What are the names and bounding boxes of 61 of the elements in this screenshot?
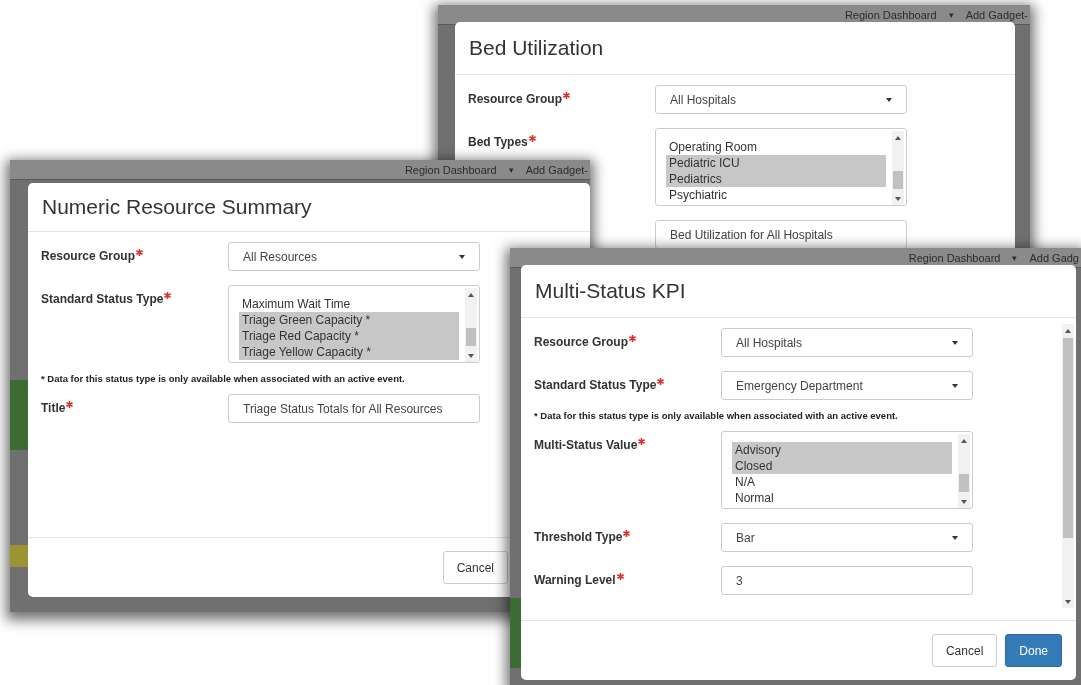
help-note: * Data for this status type is only available when associated with an active event. — [534, 410, 899, 421]
dialog-title: Numeric Resource Summary — [42, 195, 312, 219]
caret-icon — [952, 535, 958, 540]
caret-icon[interactable]: ▾ — [1012, 252, 1018, 263]
caret-icon — [459, 254, 465, 259]
list-option[interactable]: Operating Room — [666, 139, 886, 155]
list-option[interactable]: Psychiatric — [666, 187, 886, 203]
status-bar — [10, 380, 28, 450]
text-field[interactable]: Bed Utilization for All Hospitals — [655, 220, 907, 249]
list-option[interactable]: Advisory — [732, 442, 952, 458]
dropdown-select[interactable]: Emergency Department — [721, 371, 973, 400]
region-dashboard-menu[interactable]: Region Dashboard — [908, 251, 1001, 264]
scrollbar[interactable] — [892, 131, 904, 205]
field-label: Title — [41, 401, 66, 415]
caret-icon — [886, 97, 892, 102]
list-option[interactable]: Triage Yellow Capacity * — [239, 344, 459, 360]
scrollbar[interactable] — [1062, 324, 1074, 608]
field-label: Resource Group — [468, 92, 563, 106]
list-option[interactable]: N/A — [732, 474, 952, 490]
text-field[interactable]: 3 — [721, 566, 973, 595]
caret-icon — [952, 340, 958, 345]
region-dashboard-menu[interactable]: Region Dashboard — [404, 163, 497, 176]
add-gadget-button[interactable]: Add Gadget- — [965, 8, 1028, 21]
field-label: Resource Group — [41, 249, 136, 263]
multi-select-list[interactable]: Maximum Wait Time Triage Green Capacity * Triage Red Capacity * Triage Yellow Capacity * — [228, 285, 480, 363]
done-button[interactable]: Done — [1005, 634, 1062, 667]
list-option[interactable]: Pediatrics — [666, 171, 886, 187]
caret-icon[interactable]: ▾ — [948, 9, 954, 20]
list-option[interactable]: Closed — [732, 458, 952, 474]
field-label: Threshold Type — [534, 530, 623, 544]
caret-icon[interactable]: ▾ — [508, 164, 514, 175]
dropdown-select[interactable]: All Resources — [228, 242, 480, 271]
field-label: Standard Status Type — [534, 378, 657, 392]
status-bar — [10, 545, 28, 567]
cancel-button[interactable]: Cancel — [931, 634, 998, 667]
scrollbar[interactable] — [465, 288, 477, 362]
field-label: Warning Level — [534, 573, 616, 587]
dropdown-select[interactable]: Bar — [721, 523, 973, 552]
list-option[interactable]: Normal — [732, 490, 952, 506]
caret-icon — [952, 383, 958, 388]
field-label: Bed Types — [468, 135, 528, 149]
text-field[interactable]: Triage Status Totals for All Resources — [228, 394, 480, 423]
list-option[interactable]: Maximum Wait Time — [239, 296, 459, 312]
add-gadget-button[interactable]: Add Gadget- — [525, 163, 588, 176]
field-label: Standard Status Type — [41, 292, 164, 306]
add-gadget-button[interactable]: Add Gadg — [1029, 251, 1079, 264]
multi-select-list[interactable]: Operating Room Pediatric ICU Pediatrics Psychiatric — [655, 128, 907, 206]
scrollbar[interactable] — [958, 434, 970, 508]
region-dashboard-menu[interactable]: Region Dashboard — [844, 8, 937, 21]
help-note: * Data for this status type is only available when associated with an active event. — [41, 373, 406, 384]
field-label: Multi-Status Value — [534, 438, 638, 452]
multi-select-list[interactable]: Advisory Closed N/A Normal — [721, 431, 973, 509]
list-option[interactable]: Triage Red Capacity * — [239, 328, 459, 344]
list-option[interactable]: Pediatric ICU — [666, 155, 886, 171]
dropdown-select[interactable]: All Hospitals — [655, 85, 907, 114]
field-label: Resource Group — [534, 335, 629, 349]
list-option[interactable]: Triage Green Capacity * — [239, 312, 459, 328]
cancel-button[interactable]: Cancel — [442, 551, 508, 584]
dropdown-select[interactable]: All Hospitals — [721, 328, 973, 357]
dialog-title: Multi-Status KPI — [535, 279, 686, 303]
dialog-title: Bed Utilization — [469, 36, 604, 60]
